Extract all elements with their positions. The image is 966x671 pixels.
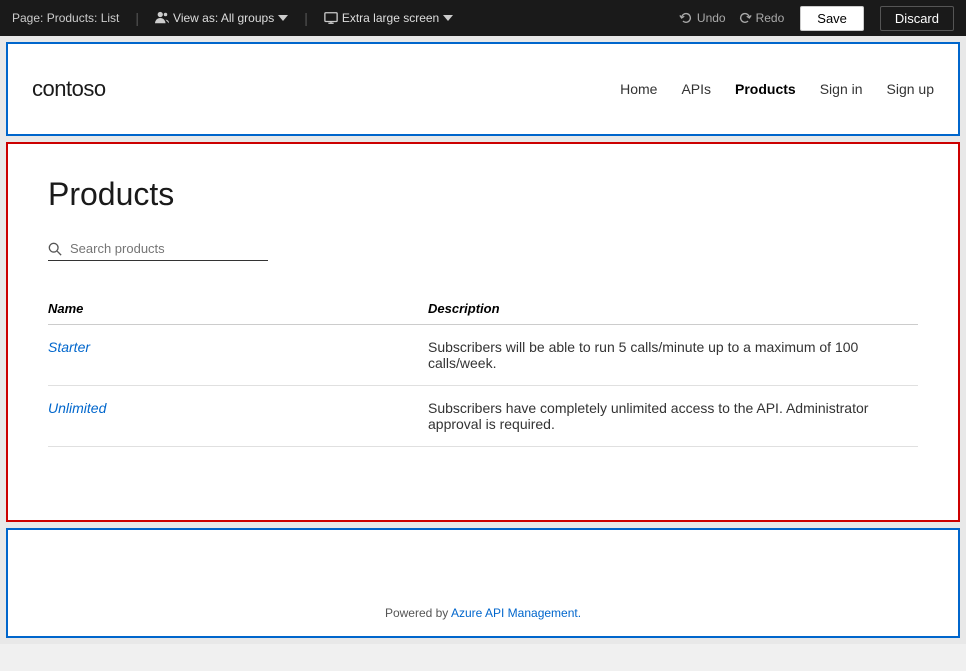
product-name-link[interactable]: Starter: [48, 339, 90, 355]
chevron-down-icon-2: [443, 13, 453, 23]
footer-text: Powered by Azure API Management.: [385, 606, 581, 620]
toolbar-separator-2: |: [304, 10, 308, 26]
discard-button[interactable]: Discard: [880, 6, 954, 31]
undo-button[interactable]: Undo: [679, 11, 726, 25]
chevron-down-icon: [278, 13, 288, 23]
undo-icon: [679, 11, 693, 25]
monitor-icon: [324, 11, 338, 25]
page-wrapper: contoso Home APIs Products Sign in Sign …: [0, 36, 966, 644]
table-row: Starter Subscribers will be able to run …: [48, 325, 918, 386]
table-header-row: Name Description: [48, 293, 918, 325]
toolbar-separator-1: |: [135, 10, 139, 26]
header-section: contoso Home APIs Products Sign in Sign …: [6, 42, 960, 136]
footer-static-text: Powered by: [385, 606, 451, 620]
toolbar: Page: Products: List | View as: All grou…: [0, 0, 966, 36]
nav-home[interactable]: Home: [620, 81, 657, 97]
search-icon: [48, 242, 62, 256]
nav-products[interactable]: Products: [735, 81, 796, 97]
nav-links: Home APIs Products Sign in Sign up: [620, 81, 934, 97]
product-name-link[interactable]: Unlimited: [48, 400, 106, 416]
users-icon: [155, 11, 169, 25]
product-name-cell: Unlimited: [48, 386, 428, 447]
site-nav: contoso Home APIs Products Sign in Sign …: [8, 44, 958, 134]
nav-apis[interactable]: APIs: [681, 81, 711, 97]
footer-section: Powered by Azure API Management.: [6, 528, 960, 638]
product-name-cell: Starter: [48, 325, 428, 386]
product-description-cell: Subscribers will be able to run 5 calls/…: [428, 325, 918, 386]
col-header-name: Name: [48, 293, 428, 325]
page-label: Page: Products: List: [12, 11, 119, 25]
col-header-description: Description: [428, 293, 918, 325]
search-input[interactable]: [70, 241, 250, 256]
nav-signup[interactable]: Sign up: [887, 81, 934, 97]
table-row: Unlimited Subscribers have completely un…: [48, 386, 918, 447]
main-section: Products Name Description Starter Subscr…: [6, 142, 960, 522]
screen-size-label: Extra large screen: [342, 11, 439, 25]
screen-size-control[interactable]: Extra large screen: [324, 11, 453, 25]
redo-button[interactable]: Redo: [738, 11, 785, 25]
page-title: Products: [48, 176, 918, 213]
search-wrapper: [48, 241, 268, 261]
site-logo: contoso: [32, 76, 106, 102]
save-button[interactable]: Save: [800, 6, 864, 31]
nav-signin[interactable]: Sign in: [820, 81, 863, 97]
view-as-control[interactable]: View as: All groups: [155, 11, 288, 25]
view-as-label: View as: All groups: [173, 11, 274, 25]
redo-icon: [738, 11, 752, 25]
footer-link[interactable]: Azure API Management.: [451, 606, 581, 620]
products-table: Name Description Starter Subscribers wil…: [48, 293, 918, 447]
undo-redo-group: Undo Redo: [679, 11, 784, 25]
product-description-cell: Subscribers have completely unlimited ac…: [428, 386, 918, 447]
